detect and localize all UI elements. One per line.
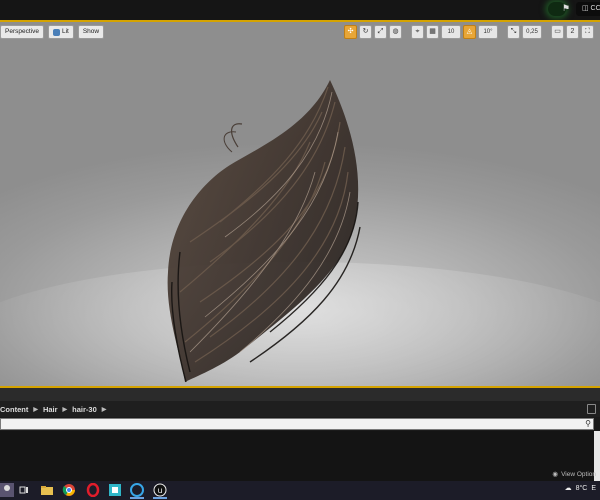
asset-view[interactable] (0, 431, 600, 481)
breadcrumb-separator-icon[interactable]: ▶ (63, 406, 68, 413)
weather-icon[interactable]: ☁ (565, 484, 572, 492)
editor-top-bar: ⚑ ◫ CC (0, 0, 600, 20)
show-label: Show (82, 28, 100, 35)
lit-icon (52, 28, 60, 36)
lit-button[interactable]: Lit (47, 25, 74, 39)
windows-taskbar: u ☁ 8°C E (0, 481, 600, 500)
breadcrumb-hair[interactable]: Hair (43, 405, 58, 414)
search-input[interactable]: ⚲ (0, 418, 594, 430)
flag-icon[interactable]: ⚑ (562, 3, 572, 13)
scale-snap-value[interactable]: 0,25 (522, 25, 542, 39)
maximize-viewport-icon[interactable]: ⛶ (581, 25, 594, 39)
chrome-icon[interactable] (62, 483, 76, 497)
breadcrumb-separator-icon[interactable]: ▶ (102, 406, 107, 413)
viewport-left-toolbar: Perspective Lit Show (0, 25, 105, 39)
lit-label: Lit (61, 28, 69, 35)
scale-snap-icon[interactable]: ⤡ (507, 25, 520, 39)
tray-text[interactable]: E (591, 485, 596, 492)
eye-icon: ◉ (552, 471, 559, 478)
view-options-button[interactable]: ◉ View Option (552, 470, 596, 479)
search-icon[interactable]: ⚲ (585, 419, 591, 429)
file-explorer-icon[interactable] (40, 483, 54, 497)
unreal-engine-icon[interactable]: u (153, 483, 167, 499)
svg-text:u: u (157, 486, 162, 495)
content-browser-toolbar (0, 388, 600, 402)
temperature-label[interactable]: 8°C (576, 485, 588, 492)
perspective-label: Perspective (5, 28, 39, 35)
window-controls[interactable]: ◫ CC (576, 2, 600, 16)
perspective-button[interactable]: Perspective (0, 25, 44, 39)
breadcrumb-separator-icon[interactable]: ▶ (33, 406, 38, 413)
grid-snap-icon[interactable]: ▦ (426, 25, 439, 39)
hair-mesh-preview (167, 80, 361, 383)
avatar-icon[interactable] (0, 483, 14, 497)
breadcrumb-content[interactable]: Content (0, 405, 28, 414)
show-button[interactable]: Show (77, 25, 105, 39)
system-tray: ☁ 8°C E (565, 484, 596, 493)
rotation-snap-value[interactable]: 10° (478, 25, 498, 39)
rotation-snap-icon[interactable]: ◬ (463, 25, 476, 39)
level-viewport[interactable]: Perspective Lit Show ✣ ↻ ⤢ ◍ ⌖ ▦ 10 ◬ 10… (0, 22, 600, 386)
breadcrumb-hair-30[interactable]: hair-30 (72, 405, 97, 414)
camera-speed-icon[interactable]: ▭ (551, 25, 564, 39)
translate-tool-icon[interactable]: ✣ (344, 25, 357, 39)
scale-tool-icon[interactable]: ⤢ (374, 25, 387, 39)
rotate-tool-icon[interactable]: ↻ (359, 25, 372, 39)
viewport-right-toolbar: ✣ ↻ ⤢ ◍ ⌖ ▦ 10 ◬ 10° ⤡ 0,25 ▭ 2 ⛶ (344, 25, 594, 39)
surface-snap-icon[interactable]: ⌖ (411, 25, 424, 39)
lock-icon[interactable] (587, 404, 596, 414)
camera-speed-value[interactable]: 2 (566, 25, 579, 39)
task-view-icon[interactable] (17, 483, 31, 497)
world-space-icon[interactable]: ◍ (389, 25, 402, 39)
view-options-label: View Option (561, 470, 596, 478)
breadcrumb: Content ▶ Hair ▶ hair-30 ▶ (0, 401, 600, 417)
photos-icon[interactable] (108, 483, 122, 497)
app-c-icon[interactable] (130, 483, 144, 499)
opera-icon[interactable] (86, 483, 100, 497)
grid-snap-value[interactable]: 10 (441, 25, 461, 39)
